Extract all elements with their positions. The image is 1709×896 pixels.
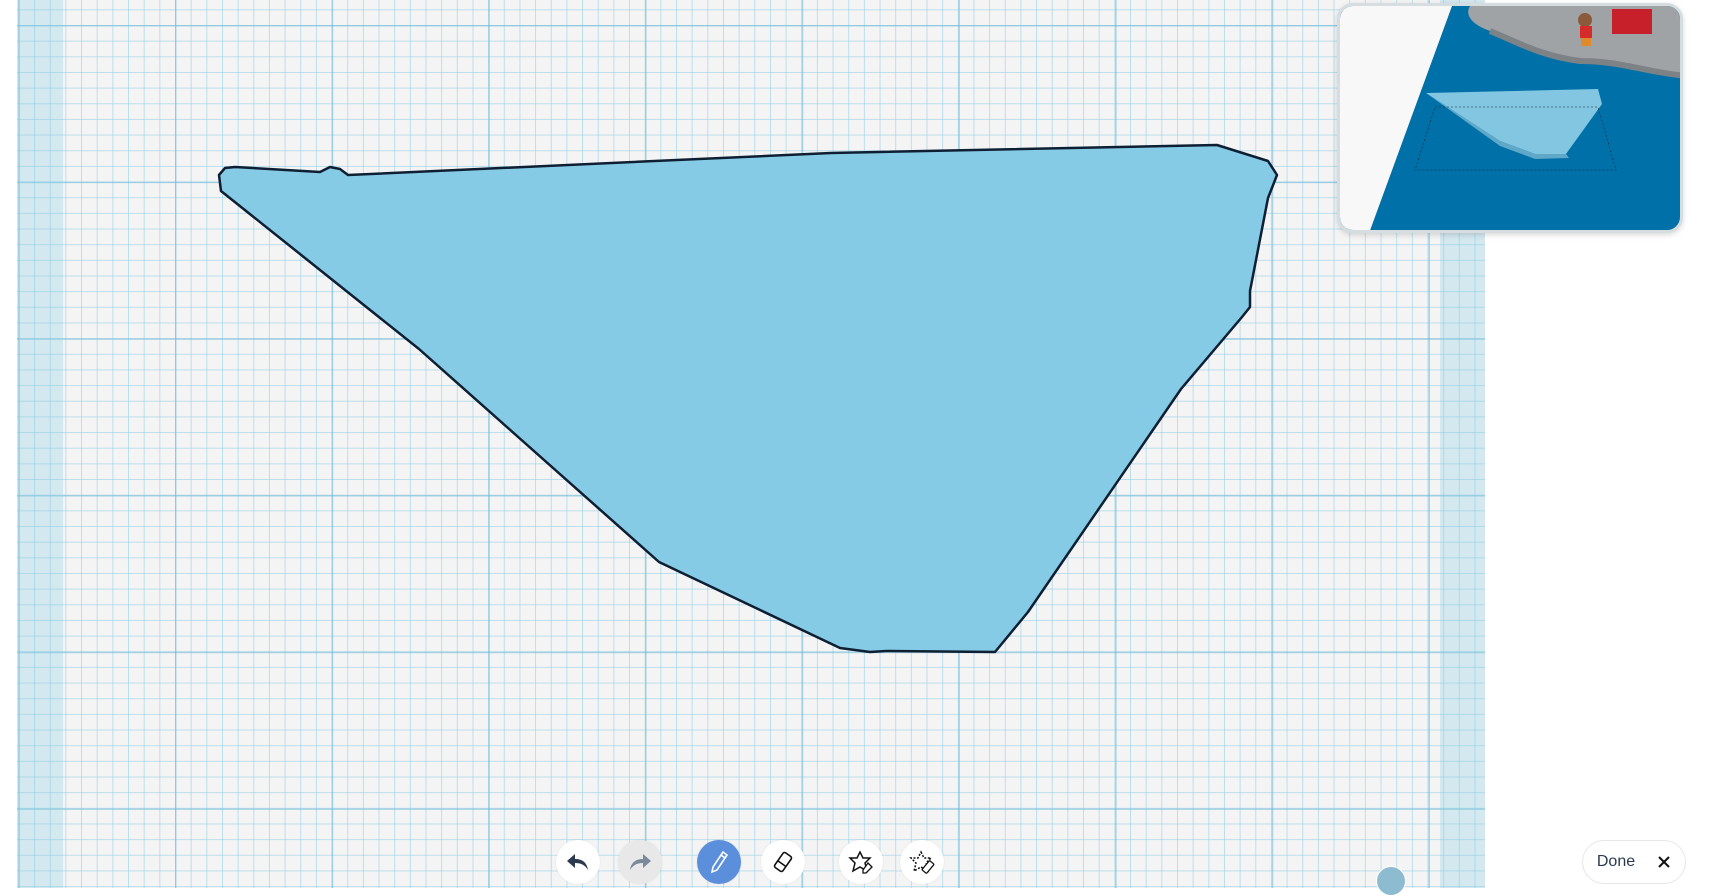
eraser-icon	[773, 851, 793, 873]
close-icon	[1658, 856, 1670, 868]
undo-button[interactable]	[556, 840, 600, 884]
drawn-shape[interactable]	[217, 143, 1279, 654]
cursor-indicator	[1376, 866, 1406, 896]
star-pencil-icon	[848, 850, 873, 874]
eraser-tool-button[interactable]	[761, 840, 805, 884]
3d-preview-image	[1340, 6, 1680, 230]
3d-preview-panel	[1337, 3, 1683, 233]
done-button[interactable]: Done	[1582, 840, 1686, 884]
shape-draw-tool-button[interactable]	[839, 840, 883, 884]
shape-erase-tool-button[interactable]	[900, 840, 944, 884]
undo-icon	[567, 854, 588, 870]
star-erase-icon	[909, 850, 935, 874]
redo-icon	[630, 854, 651, 870]
pencil-tool-button[interactable]	[697, 840, 741, 884]
pencil-icon	[710, 850, 729, 874]
redo-button[interactable]	[618, 840, 662, 884]
done-label: Done	[1596, 853, 1636, 870]
